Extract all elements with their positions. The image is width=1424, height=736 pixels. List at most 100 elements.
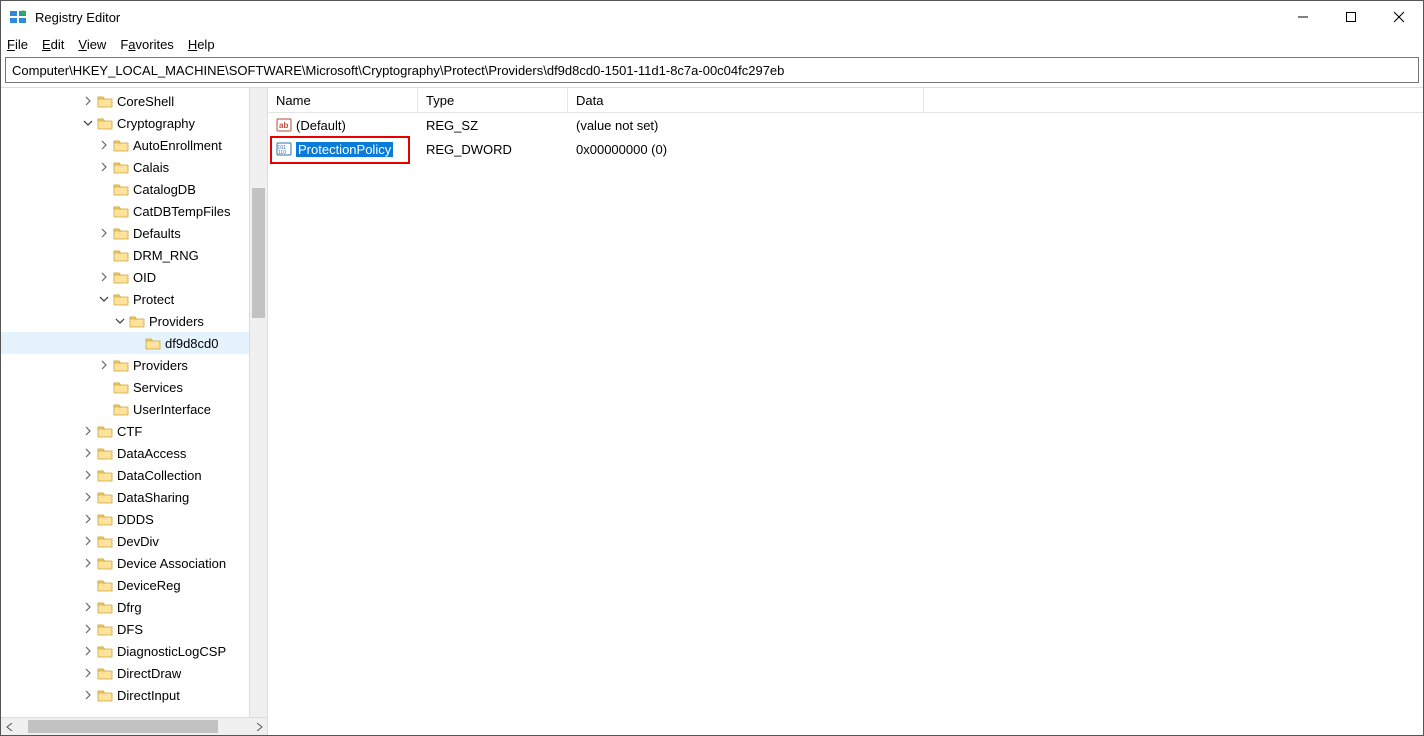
regedit-icon bbox=[9, 8, 27, 26]
folder-icon bbox=[113, 292, 129, 306]
chevron-right-icon[interactable] bbox=[97, 226, 111, 240]
tree-item-label: UserInterface bbox=[133, 402, 211, 417]
tree-item[interactable]: CTF bbox=[1, 420, 267, 442]
chevron-right-icon[interactable] bbox=[81, 556, 95, 570]
folder-icon bbox=[97, 622, 113, 636]
scroll-right-icon[interactable] bbox=[250, 718, 267, 735]
tree-item-label: DevDiv bbox=[117, 534, 159, 549]
folder-icon bbox=[113, 270, 129, 284]
chevron-right-icon[interactable] bbox=[81, 688, 95, 702]
tree-item[interactable]: Defaults bbox=[1, 222, 267, 244]
tree-item-label: Calais bbox=[133, 160, 169, 175]
tree-vertical-scrollbar[interactable] bbox=[249, 88, 267, 717]
value-type: REG_DWORD bbox=[418, 137, 568, 161]
tree-item-label: Cryptography bbox=[117, 116, 195, 131]
minimize-button[interactable] bbox=[1279, 1, 1327, 33]
scroll-left-icon[interactable] bbox=[1, 718, 18, 735]
value-list-pane: Name Type Data (Default) REG_SZ(value not… bbox=[268, 88, 1423, 735]
tree-item[interactable]: DevDiv bbox=[1, 530, 267, 552]
tree-item-label: DRM_RNG bbox=[133, 248, 199, 263]
chevron-down-icon[interactable] bbox=[81, 116, 95, 130]
value-row[interactable]: (Default) REG_SZ(value not set) bbox=[268, 113, 1423, 137]
tree-item[interactable]: DirectDraw bbox=[1, 662, 267, 684]
folder-icon bbox=[113, 204, 129, 218]
tree-item[interactable]: CoreShell bbox=[1, 90, 267, 112]
value-name: (Default) bbox=[296, 118, 346, 133]
close-button[interactable] bbox=[1375, 1, 1423, 33]
tree-item[interactable]: Cryptography bbox=[1, 112, 267, 134]
chevron-right-icon[interactable] bbox=[81, 644, 95, 658]
menu-edit[interactable]: Edit bbox=[42, 37, 64, 52]
maximize-button[interactable] bbox=[1327, 1, 1375, 33]
address-bar[interactable]: Computer\HKEY_LOCAL_MACHINE\SOFTWARE\Mic… bbox=[5, 57, 1419, 83]
tree-item[interactable]: OID bbox=[1, 266, 267, 288]
tree-item-label: Device Association bbox=[117, 556, 226, 571]
chevron-right-icon[interactable] bbox=[81, 666, 95, 680]
folder-icon bbox=[145, 336, 161, 350]
tree-item[interactable]: DiagnosticLogCSP bbox=[1, 640, 267, 662]
chevron-right-icon[interactable] bbox=[81, 446, 95, 460]
chevron-right-icon[interactable] bbox=[81, 622, 95, 636]
chevron-right-icon[interactable] bbox=[97, 358, 111, 372]
folder-icon bbox=[97, 600, 113, 614]
tree-item-label: CTF bbox=[117, 424, 142, 439]
tree-item-label: Services bbox=[133, 380, 183, 395]
tree-item[interactable]: UserInterface bbox=[1, 398, 267, 420]
tree-item-label: Dfrg bbox=[117, 600, 142, 615]
tree-horizontal-scrollbar[interactable] bbox=[1, 717, 267, 735]
tree-item[interactable]: DDDS bbox=[1, 508, 267, 530]
tree-item[interactable]: Calais bbox=[1, 156, 267, 178]
tree-item[interactable]: DataAccess bbox=[1, 442, 267, 464]
chevron-right-icon[interactable] bbox=[97, 270, 111, 284]
tree-item-label: CatDBTempFiles bbox=[133, 204, 231, 219]
chevron-right-icon[interactable] bbox=[81, 424, 95, 438]
chevron-right-icon[interactable] bbox=[81, 490, 95, 504]
registry-tree[interactable]: CoreShell Cryptography AutoEnrollment Calai… bbox=[1, 88, 267, 706]
chevron-right-icon[interactable] bbox=[81, 468, 95, 482]
tree-item[interactable]: DirectInput bbox=[1, 684, 267, 706]
chevron-right-icon[interactable] bbox=[81, 512, 95, 526]
menu-help[interactable]: Help bbox=[188, 37, 215, 52]
chevron-down-icon[interactable] bbox=[113, 314, 127, 328]
tree-item[interactable]: DataCollection bbox=[1, 464, 267, 486]
value-type: REG_SZ bbox=[418, 113, 568, 137]
tree-item[interactable]: DeviceReg bbox=[1, 574, 267, 596]
tree-item[interactable]: CatalogDB bbox=[1, 178, 267, 200]
menubar: File Edit View Favorites Help bbox=[1, 33, 1423, 55]
tree-item[interactable]: AutoEnrollment bbox=[1, 134, 267, 156]
chevron-right-icon[interactable] bbox=[81, 94, 95, 108]
chevron-right-icon[interactable] bbox=[97, 138, 111, 152]
tree-item[interactable]: Protect bbox=[1, 288, 267, 310]
tree-item[interactable]: Device Association bbox=[1, 552, 267, 574]
menu-view[interactable]: View bbox=[78, 37, 106, 52]
tree-item[interactable]: DataSharing bbox=[1, 486, 267, 508]
chevron-down-icon[interactable] bbox=[97, 292, 111, 306]
folder-icon bbox=[97, 424, 113, 438]
menu-favorites[interactable]: Favorites bbox=[120, 37, 173, 52]
tree-item[interactable]: DRM_RNG bbox=[1, 244, 267, 266]
tree-item[interactable]: Services bbox=[1, 376, 267, 398]
folder-icon bbox=[97, 446, 113, 460]
column-header-data[interactable]: Data bbox=[568, 88, 924, 112]
folder-icon bbox=[129, 314, 145, 328]
value-row[interactable]: ProtectionPolicyREG_DWORD0x00000000 (0) bbox=[268, 137, 1423, 161]
menu-file[interactable]: File bbox=[7, 37, 28, 52]
folder-icon bbox=[97, 490, 113, 504]
column-header-name[interactable]: Name bbox=[268, 88, 418, 112]
tree-item[interactable]: CatDBTempFiles bbox=[1, 200, 267, 222]
tree-item[interactable]: Dfrg bbox=[1, 596, 267, 618]
tree-item[interactable]: DFS bbox=[1, 618, 267, 640]
tree-item[interactable]: Providers bbox=[1, 310, 267, 332]
folder-icon bbox=[113, 182, 129, 196]
value-data: (value not set) bbox=[568, 113, 1423, 137]
tree-item-label: DDDS bbox=[117, 512, 154, 527]
chevron-right-icon[interactable] bbox=[81, 534, 95, 548]
tree-item[interactable]: Providers bbox=[1, 354, 267, 376]
dword-value-icon bbox=[276, 141, 292, 157]
column-header-type[interactable]: Type bbox=[418, 88, 568, 112]
tree-item[interactable]: df9d8cd0 bbox=[1, 332, 267, 354]
tree-item-label: Providers bbox=[149, 314, 204, 329]
chevron-right-icon[interactable] bbox=[97, 160, 111, 174]
tree-item-label: AutoEnrollment bbox=[133, 138, 222, 153]
chevron-right-icon[interactable] bbox=[81, 600, 95, 614]
